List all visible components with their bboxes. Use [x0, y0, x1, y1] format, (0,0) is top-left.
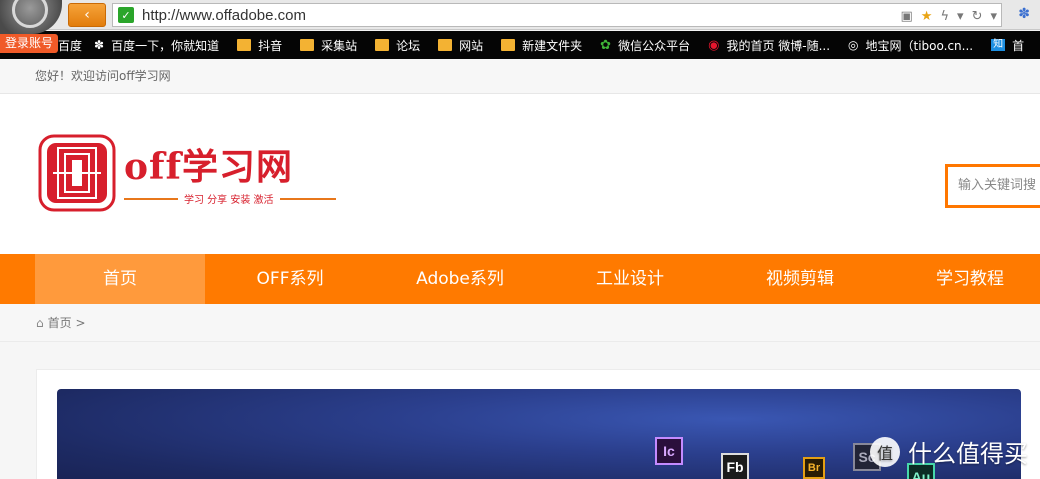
folder-icon — [375, 39, 390, 51]
folder-icon — [438, 39, 453, 51]
bookmark-item[interactable]: 知首 — [991, 37, 1024, 54]
folder-icon — [300, 39, 315, 51]
site-header: off学习网 学习 分享 安装 激活 输入关键词搜 — [0, 94, 1040, 254]
smzdm-logo-icon: 值 — [870, 436, 900, 467]
wechat-icon: ✿ — [600, 37, 612, 53]
bookmark-label: 网站 — [459, 38, 484, 53]
refresh-icon[interactable]: ↻ — [972, 9, 983, 24]
back-button[interactable]: ‹ — [68, 3, 106, 27]
nav-item-off[interactable]: OFF系列 — [205, 254, 375, 304]
bookmark-label: 我的首页 微博-随... — [726, 38, 831, 53]
nav-item-tutorial[interactable]: 学习教程 — [885, 254, 1040, 304]
bookmark-label: 新建文件夹 — [522, 38, 583, 53]
logo-title: off学习网 — [124, 146, 293, 188]
welcome-text: 您好！欢迎访问off学习网 — [35, 69, 171, 83]
paw-icon: ✽ — [94, 38, 105, 52]
image-icon[interactable]: ▣ — [901, 9, 913, 24]
smzdm-watermark: 值 什么值得买 — [870, 434, 1028, 469]
flash-builder-icon: Fb — [721, 453, 749, 479]
url-text: http://www.offadobe.com — [142, 6, 306, 24]
bridge-icon: Br — [803, 457, 825, 479]
nav-item-video[interactable]: 视频剪辑 — [715, 254, 885, 304]
main-nav: 首页 OFF系列 Adobe系列 工业设计 视频剪辑 学习教程 — [0, 254, 1040, 304]
nav-item-home[interactable]: 首页 — [35, 254, 205, 304]
bookmark-label: 论坛 — [396, 38, 421, 53]
logo-emblem-icon — [38, 134, 116, 212]
folder-icon — [237, 39, 252, 51]
url-field[interactable]: ✓ http://www.offadobe.com ▣ ★ ϟ ▾ ↻ ▾ — [112, 3, 1002, 27]
web-page: 您好！欢迎访问off学习网 off学习网 学习 分享 安装 激活 输入关键词搜 … — [0, 59, 1040, 479]
bookmark-item[interactable]: 抖音 — [237, 37, 282, 54]
bookmarks-bar: 百度 ✽ 百度一下，你就知道 抖音 采集站 论坛 网站 新建文件夹 ✿ 微信公众平台… — [0, 31, 1040, 59]
menu-arrow-icon[interactable]: ▾ — [990, 9, 997, 24]
bookmark-item[interactable]: ◎ 地宝网（tiboo.cn... — [848, 37, 973, 54]
address-bar: ‹ ✓ http://www.offadobe.com ▣ ★ ϟ ▾ ↻ ▾ … — [0, 0, 1040, 34]
dropdown-arrow-icon[interactable]: ▾ — [957, 9, 964, 24]
bookmark-label: 首 — [1012, 38, 1025, 53]
breadcrumb: ⌂ 首页 > — [0, 304, 1040, 342]
bookmark-item[interactable]: ✿ 微信公众平台 — [600, 37, 690, 54]
watermark-text: 什么值得买 — [908, 440, 1028, 468]
nav-item-industrial[interactable]: 工业设计 — [545, 254, 715, 304]
bookmark-label: 百度一下，你就知道 — [111, 38, 220, 53]
avatar-ring — [12, 0, 48, 28]
bookmark-label: 抖音 — [258, 38, 283, 53]
incopy-icon: Ic — [655, 437, 683, 465]
logo-subtitle: 学习 分享 安装 激活 — [178, 191, 280, 206]
bookmark-item[interactable]: 采集站 — [300, 37, 357, 54]
breadcrumb-text[interactable]: 首页 > — [48, 316, 86, 330]
site-logo[interactable]: off学习网 学习 分享 安装 激活 — [38, 134, 338, 214]
favorite-star-icon[interactable]: ★ — [921, 9, 933, 24]
bookmark-label: 百度 — [58, 38, 83, 53]
bookmark-item[interactable]: 新建文件夹 — [501, 37, 582, 54]
secure-check-icon: ✓ — [118, 7, 134, 23]
login-account-tag[interactable]: 登录账号 — [0, 34, 58, 53]
bookmark-label: 采集站 — [321, 38, 358, 53]
folder-icon — [501, 39, 516, 51]
zhihu-icon: 知 — [991, 39, 1006, 51]
user-avatar[interactable] — [0, 0, 62, 34]
bookmark-label: 地宝网（tiboo.cn... — [865, 38, 974, 53]
lightning-icon[interactable]: ϟ — [940, 9, 949, 24]
search-input[interactable]: 输入关键词搜 — [945, 164, 1040, 208]
paw-icon[interactable]: ✽ — [1018, 6, 1030, 22]
home-icon[interactable]: ⌂ — [36, 316, 44, 330]
bookmark-item[interactable]: ◉ 我的首页 微博-随... — [708, 37, 830, 54]
address-tools: ▣ ★ ϟ ▾ ↻ ▾ — [901, 7, 998, 25]
weibo-icon: ◉ — [708, 37, 720, 53]
tiboo-icon: ◎ — [848, 38, 859, 52]
welcome-bar: 您好！欢迎访问off学习网 — [0, 59, 1040, 94]
bookmark-item[interactable]: 网站 — [438, 37, 483, 54]
bookmark-item[interactable]: ✽ 百度一下，你就知道 — [94, 37, 219, 54]
bookmark-label: 微信公众平台 — [618, 38, 691, 53]
bookmark-item[interactable]: 百度 — [58, 37, 82, 54]
bookmark-item[interactable]: 论坛 — [375, 37, 420, 54]
nav-item-adobe[interactable]: Adobe系列 — [375, 254, 545, 304]
